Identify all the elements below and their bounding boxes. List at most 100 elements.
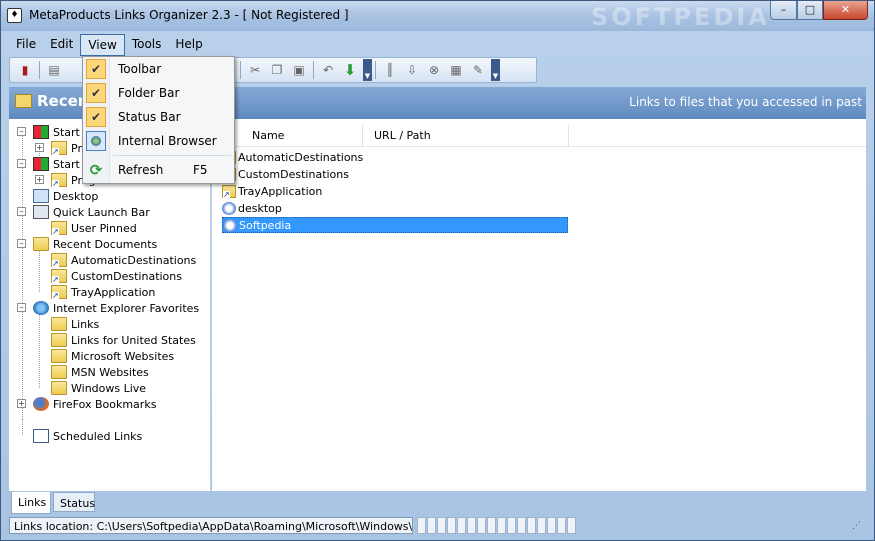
- resize-grip-icon[interactable]: ⋰: [852, 521, 864, 533]
- exit-icon[interactable]: ▮: [16, 61, 34, 79]
- check-icon: ✔: [86, 83, 106, 103]
- menu-help[interactable]: Help: [168, 34, 209, 56]
- status-segment: [447, 516, 456, 534]
- tree-item-custom-destinations[interactable]: CustomDestinations: [51, 268, 182, 284]
- status-segment: [467, 516, 476, 534]
- tree-item-automatic-destinations[interactable]: AutomaticDestinations: [51, 252, 196, 268]
- menu-file[interactable]: File: [9, 34, 43, 56]
- tree-expander[interactable]: +: [35, 143, 44, 152]
- list-item[interactable]: desktop: [222, 200, 282, 216]
- status-segment: [527, 516, 536, 534]
- scheduled-links-icon: [33, 429, 49, 443]
- tree-item-desktop[interactable]: Desktop: [33, 188, 98, 204]
- desktop-icon: [33, 189, 49, 203]
- paste-icon[interactable]: ▣: [290, 61, 308, 79]
- tree-item-ie-favorites[interactable]: Internet Explorer Favorites: [33, 300, 199, 316]
- maximize-button[interactable]: □: [797, 1, 823, 20]
- toolbar-overflow-chevron[interactable]: ▼: [491, 59, 500, 81]
- open-folder-icon: [33, 237, 49, 251]
- menu-tools[interactable]: Tools: [125, 34, 169, 56]
- title-bar[interactable]: ♦ MetaProducts Links Organizer 2.3 - [ N…: [1, 1, 874, 31]
- app-icon[interactable]: ♦: [7, 8, 22, 23]
- status-segment: [487, 516, 496, 534]
- toolbar-separator: [39, 61, 40, 79]
- tree-expander[interactable]: –: [17, 159, 26, 168]
- app-window: ♦ MetaProducts Links Organizer 2.3 - [ N…: [0, 0, 875, 541]
- tree-item-user-pinned[interactable]: User Pinned: [51, 220, 137, 236]
- tree-item-windows-live[interactable]: Windows Live: [51, 380, 146, 396]
- tree-item-scheduled-links[interactable]: Scheduled Links: [33, 428, 142, 444]
- columns-icon[interactable]: ║: [381, 61, 399, 79]
- copy-icon[interactable]: ❐: [268, 61, 286, 79]
- status-segment: [557, 516, 566, 534]
- undo-icon[interactable]: ↶: [319, 61, 337, 79]
- tree-expander[interactable]: –: [17, 207, 26, 216]
- download-icon[interactable]: ⬇: [341, 61, 359, 79]
- folder-icon: [51, 349, 67, 363]
- refresh-icon: ⟳: [89, 161, 103, 179]
- column-header-name[interactable]: Name: [252, 129, 284, 142]
- view-menu-item-status-bar[interactable]: ✔ Status Bar: [83, 106, 234, 128]
- menu-bar: File Edit View Tools Help: [9, 34, 210, 56]
- status-bar: Links location: C:\Users\Softpedia\AppDa…: [9, 515, 866, 535]
- status-segment: [567, 516, 576, 534]
- status-segment: [517, 516, 526, 534]
- folder-shortcut-icon: [51, 141, 67, 156]
- tree-item-links-us[interactable]: Links for United States: [51, 332, 196, 348]
- status-segment: [417, 516, 426, 534]
- delete-icon[interactable]: ⊗: [425, 61, 443, 79]
- tree-expander[interactable]: +: [35, 175, 44, 184]
- list-item[interactable]: CustomDestinations: [222, 166, 349, 182]
- status-segment: [547, 516, 556, 534]
- properties-icon[interactable]: ▦: [447, 61, 465, 79]
- folder-shortcut-icon: [51, 253, 67, 268]
- tree-item-links[interactable]: Links: [51, 316, 99, 332]
- start-menu-icon: [33, 157, 49, 171]
- menu-edit[interactable]: Edit: [43, 34, 80, 56]
- tree-item-quick-launch[interactable]: Quick Launch Bar: [33, 204, 150, 220]
- folder-icon: [51, 365, 67, 379]
- list-header: Name URL / Path: [212, 125, 866, 147]
- folder-icon: [15, 94, 32, 108]
- list-item[interactable]: TrayApplication: [222, 183, 322, 199]
- tree-expander[interactable]: –: [17, 127, 26, 136]
- tab-links[interactable]: Links: [11, 492, 51, 514]
- links-list[interactable]: Name URL / Path AutomaticDestinations Cu…: [212, 119, 866, 491]
- tree-item-microsoft-websites[interactable]: Microsoft Websites: [51, 348, 174, 364]
- status-segment: [537, 516, 546, 534]
- new-link-icon[interactable]: ▤: [45, 61, 63, 79]
- toolbar-separator: [313, 61, 314, 79]
- view-menu-item-refresh[interactable]: ⟳ Refresh F5: [83, 159, 234, 181]
- folder-shortcut-icon: [51, 221, 67, 236]
- tab-status[interactable]: Status: [53, 492, 95, 512]
- view-menu-item-toolbar[interactable]: ✔ Toolbar: [83, 58, 234, 80]
- toolbar-overflow-chevron[interactable]: ▼: [363, 59, 372, 81]
- edit-icon[interactable]: ✎: [469, 61, 487, 79]
- desktop-link-icon: [222, 201, 236, 215]
- tree-item-firefox-bookmarks[interactable]: FireFox Bookmarks: [33, 396, 156, 412]
- cut-icon[interactable]: ✂: [246, 61, 264, 79]
- tree-expander[interactable]: –: [17, 303, 26, 312]
- tree-expander[interactable]: –: [17, 239, 26, 248]
- minimize-button[interactable]: –: [770, 1, 797, 20]
- tree-item-msn-websites[interactable]: MSN Websites: [51, 364, 149, 380]
- tree-item-tray-application[interactable]: TrayApplication: [51, 284, 155, 300]
- watermark: SOFTPEDIA: [591, 3, 770, 31]
- check-icon: ✔: [86, 59, 106, 79]
- list-item-selected[interactable]: Softpedia: [222, 217, 568, 233]
- tree-expander[interactable]: +: [17, 399, 26, 408]
- folder-shortcut-icon: [51, 269, 67, 284]
- shortcut-f5: F5: [193, 163, 208, 177]
- menu-view[interactable]: View: [80, 34, 125, 56]
- column-header-url[interactable]: URL / Path: [374, 129, 431, 142]
- tree-item-recent-documents[interactable]: Recent Documents: [33, 236, 157, 252]
- close-button[interactable]: ✕: [823, 1, 868, 20]
- move-down-icon[interactable]: ⇩: [403, 61, 421, 79]
- view-menu-item-folder-bar[interactable]: ✔ Folder Bar: [83, 82, 234, 104]
- browser-globe-icon: [86, 131, 106, 151]
- bottom-tabs: Links Status: [9, 492, 866, 514]
- view-menu-item-internal-browser[interactable]: Internal Browser: [83, 130, 234, 152]
- list-item[interactable]: AutomaticDestinations: [222, 149, 363, 165]
- folder-icon: [51, 333, 67, 347]
- menu-separator: [113, 155, 231, 156]
